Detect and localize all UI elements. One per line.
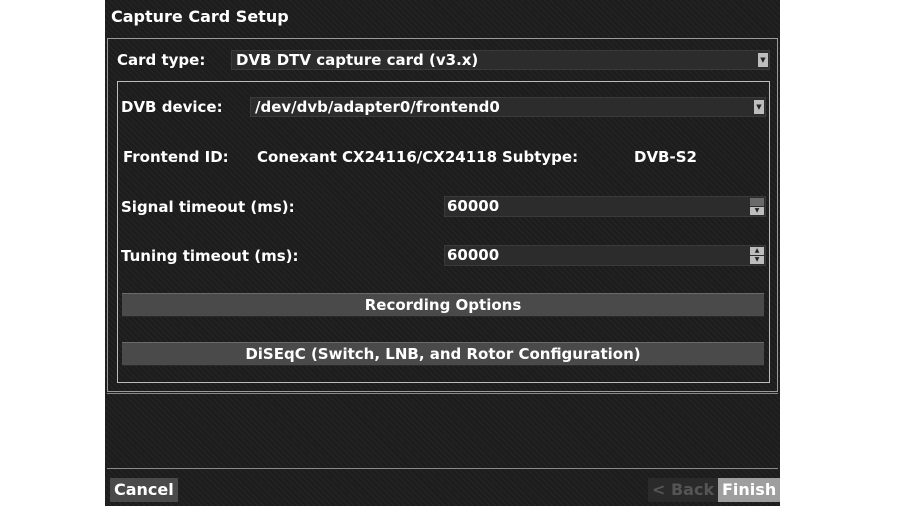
footer-divider-bottom [107, 468, 778, 469]
signal-timeout-label: Signal timeout (ms): [121, 198, 295, 216]
tuning-timeout-value: 60000 [447, 246, 500, 264]
dvb-device-value: /dev/dvb/adapter0/frontend0 [255, 98, 500, 116]
cancel-button[interactable]: Cancel [110, 478, 178, 502]
dvb-options-group [117, 81, 770, 383]
finish-button[interactable]: Finish [718, 478, 780, 502]
tuning-timeout-label: Tuning timeout (ms): [121, 247, 299, 265]
spin-down-icon[interactable]: ▼ [750, 207, 764, 215]
card-type-select[interactable]: DVB DTV capture card (v3.x) ▼ [231, 50, 770, 70]
subtype-value: DVB-S2 [634, 148, 697, 166]
card-type-label: Card type: [117, 51, 206, 69]
footer-divider-top [107, 393, 778, 394]
back-button[interactable]: < Back [648, 478, 719, 502]
spin-up-icon[interactable]: ▲ [750, 198, 764, 206]
frontend-id-label: Frontend ID: [123, 148, 229, 166]
recording-options-button[interactable]: Recording Options [122, 293, 764, 317]
signal-timeout-value: 60000 [447, 197, 500, 215]
dvb-device-label: DVB device: [121, 98, 223, 116]
dropdown-arrow-icon: ▼ [754, 100, 764, 114]
frontend-id-value: Conexant CX24116/CX24118 [257, 148, 498, 166]
tuning-timeout-spinbox[interactable]: 60000 ▲ ▼ [444, 245, 766, 266]
capture-card-setup-window: Capture Card Setup Card type: DVB DTV ca… [105, 0, 780, 506]
diseqc-button[interactable]: DiSEqC (Switch, LNB, and Rotor Configura… [122, 342, 764, 366]
spin-up-icon[interactable]: ▲ [750, 247, 764, 255]
dvb-device-select[interactable]: /dev/dvb/adapter0/frontend0 ▼ [250, 97, 766, 117]
signal-timeout-spinbox[interactable]: 60000 ▲ ▼ [444, 196, 766, 217]
window-title: Capture Card Setup [111, 7, 289, 26]
spin-down-icon[interactable]: ▼ [750, 256, 764, 264]
dropdown-arrow-icon: ▼ [758, 53, 768, 67]
card-type-value: DVB DTV capture card (v3.x) [236, 51, 479, 69]
subtype-label: Subtype: [502, 148, 579, 166]
